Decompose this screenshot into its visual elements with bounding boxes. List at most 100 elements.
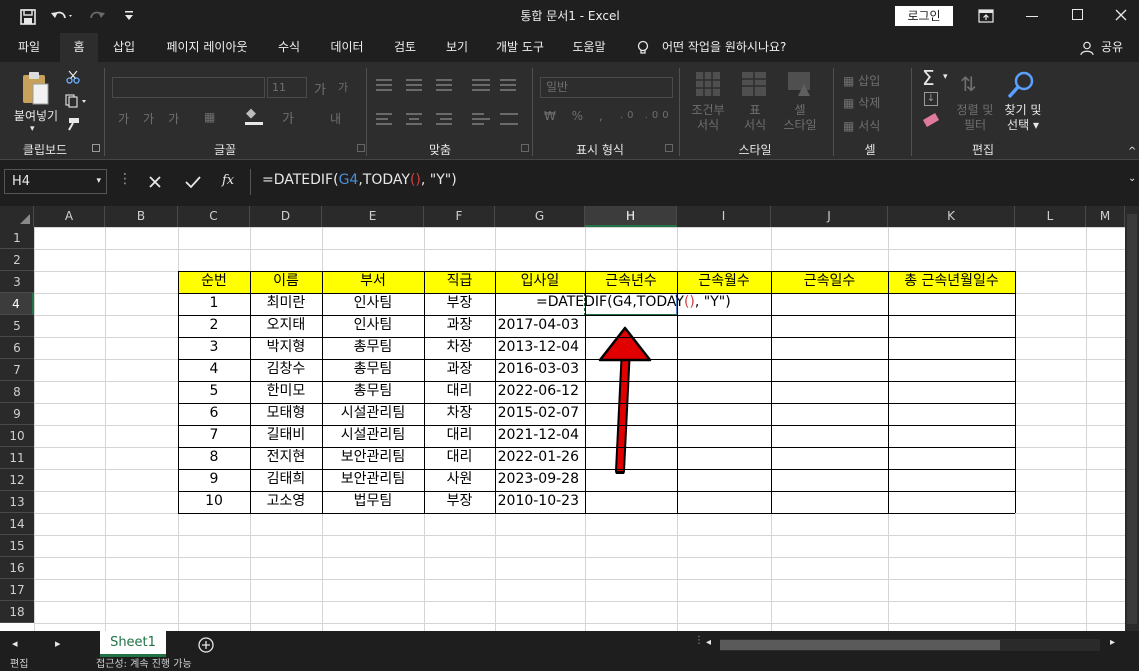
paste-icon[interactable] [20,70,50,106]
vertical-scrollbar[interactable] [1125,206,1139,631]
tab-view[interactable]: 보기 [436,33,478,62]
table-cell[interactable]: 총무팀 [322,381,424,403]
font-name-box[interactable] [112,77,265,98]
confirm-entry-icon[interactable] [185,175,201,189]
row-header-1[interactable]: 1 [0,227,34,249]
number-launcher-icon[interactable] [665,144,673,152]
table-cell[interactable]: 시설관리팀 [322,425,424,447]
column-header-b[interactable]: B [105,206,178,227]
tab-data[interactable]: 데이터 [321,33,373,62]
paste-button-label[interactable]: 붙여넣기 [8,107,64,124]
ribbon-display-icon[interactable] [978,9,994,23]
tell-me-search[interactable]: 어떤 작업을 원하시나요? [662,33,802,62]
column-header-c[interactable]: C [178,206,250,227]
font-style-icons[interactable]: 가가가 [118,110,193,127]
clear-icon[interactable] [922,113,940,127]
row-header-15[interactable]: 15 [0,535,34,557]
table-header-cell[interactable]: 이름 [250,271,322,293]
cell-styles-icon[interactable] [786,70,814,98]
shrink-font-icon[interactable]: 가 [338,79,348,95]
accessibility-status[interactable]: 접근성: 계속 진행 가능 [96,659,192,671]
expand-formula-bar-icon[interactable]: ⌄ [1128,173,1136,184]
table-header-cell[interactable]: 순번 [178,271,250,293]
row-header-13[interactable]: 13 [0,491,34,513]
table-cell[interactable]: 오지태 [250,315,322,337]
cancel-entry-icon[interactable] [149,176,161,188]
cell-edit-text[interactable]: =DATEDIF(G4,TODAY(), "Y") [536,294,731,310]
table-cell[interactable]: 전지현 [250,447,322,469]
phonetic-icon[interactable]: 내 [330,110,341,127]
tab-developer[interactable]: 개발 도구 [488,33,552,62]
close-icon[interactable] [1115,9,1127,21]
format-as-table-icon[interactable] [740,70,768,98]
table-cell[interactable]: 고소영 [250,491,322,513]
formula-input[interactable]: =DATEDIF(G4,TODAY(), "Y") [262,172,457,188]
undo-icon[interactable] [50,8,74,24]
insert-function-button[interactable]: fx [222,173,234,188]
alignment-icons[interactable] [372,74,522,134]
grow-font-icon[interactable]: 가 [314,79,326,98]
table-cell[interactable]: 시설관리팀 [322,403,424,425]
border-icon[interactable]: ▦ [204,110,215,124]
table-cell[interactable]: 2016-03-03 [495,359,585,381]
select-all-corner[interactable] [0,206,34,227]
table-cell[interactable]: 5 [178,381,250,403]
table-cell[interactable]: 보안관리팀 [322,447,424,469]
horizontal-scrollbar[interactable] [720,639,1100,651]
table-cell[interactable]: 2010-10-23 [495,491,585,513]
table-header-cell[interactable]: 부서 [322,271,424,293]
table-cell[interactable]: 2013-12-04 [495,337,585,359]
format-cells-button[interactable]: ▦ 서식 [843,117,880,134]
copy-icon[interactable] [65,94,89,108]
table-cell[interactable]: 9 [178,469,250,491]
row-header-12[interactable]: 12 [0,469,34,491]
number-format-icons[interactable]: ₩ % , [544,109,609,123]
add-sheet-icon[interactable] [198,637,214,653]
worksheet-grid[interactable]: ABCDEFGHIJKLM 1 2 3 4 5 6 7 8 9 10 11 12 13 14 15 16 17 1… [0,206,1139,631]
table-cell[interactable]: 김창수 [250,359,322,381]
row-header-10[interactable]: 10 [0,425,34,447]
customize-qat-icon[interactable] [124,10,134,22]
table-header-cell[interactable]: 근속년수 [585,271,677,293]
sort-filter-icon[interactable]: ⇅ [960,72,977,96]
collapse-ribbon-icon[interactable]: ^ [1128,146,1136,157]
sort-filter-label[interactable]: 정렬 및 필터 [950,103,1000,133]
table-cell[interactable]: 4 [178,359,250,381]
tab-review[interactable]: 검토 [384,33,426,62]
maximize-icon[interactable] [1072,9,1083,20]
table-cell[interactable]: 2022-01-26 [495,447,585,469]
row-header-3[interactable]: 3 [0,271,34,293]
row-header-8[interactable]: 8 [0,381,34,403]
next-sheet-icon[interactable]: ▸ [55,637,61,650]
table-cell[interactable]: 10 [178,491,250,513]
row-header-17[interactable]: 17 [0,579,34,601]
column-header-h[interactable]: H [585,206,677,227]
autosum-icon[interactable]: Σ [922,66,935,90]
row-header-11[interactable]: 11 [0,447,34,469]
tab-formulas[interactable]: 수식 [268,33,310,62]
table-cell[interactable]: 2 [178,315,250,337]
select-all-triangle-icon[interactable] [20,214,30,224]
table-cell[interactable]: 2015-02-07 [495,403,585,425]
scroll-left-icon[interactable]: ◂ [706,637,711,648]
table-header-cell[interactable]: 입사일 [495,271,585,293]
share-button[interactable]: 공유 [1097,33,1127,62]
minimize-icon[interactable] [1026,16,1038,17]
font-size-box[interactable]: 11 [267,77,307,98]
tab-insert[interactable]: 삽입 [104,33,144,62]
row-header-5[interactable]: 5 [0,315,34,337]
cut-icon[interactable] [66,70,80,84]
font-color-icon[interactable]: 가 [282,108,294,127]
table-cell[interactable]: 3 [178,337,250,359]
table-cell[interactable]: 대리 [424,447,495,469]
table-header-cell[interactable]: 직급 [424,271,495,293]
login-button[interactable]: 로그인 [895,6,953,26]
table-cell[interactable]: 2017-04-03 [495,315,585,337]
table-cell[interactable]: 과장 [424,359,495,381]
table-cell[interactable]: 한미모 [250,381,322,403]
table-cell[interactable]: 보안관리팀 [322,469,424,491]
redo-icon[interactable] [88,8,112,24]
table-cell[interactable]: 최미란 [250,293,322,315]
number-format-box[interactable]: 일반 [540,77,673,98]
row-header-7[interactable]: 7 [0,359,34,381]
